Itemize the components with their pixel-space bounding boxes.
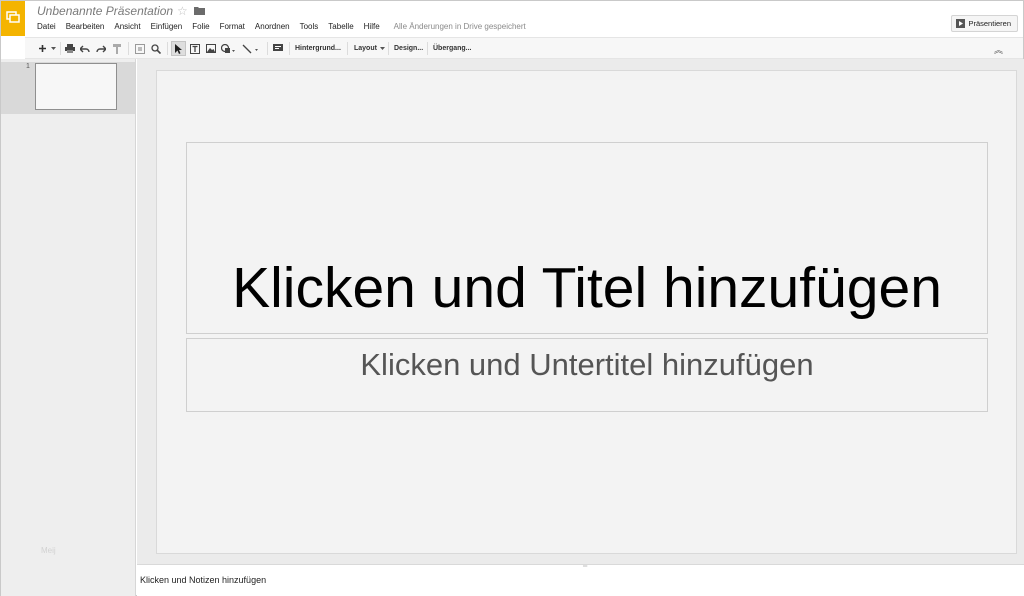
line-icon[interactable] — [240, 41, 262, 56]
transition-label: Übergang... — [433, 45, 472, 52]
image-icon[interactable] — [204, 41, 217, 56]
notes-placeholder: Klicken und Notizen hinzufügen — [140, 575, 267, 585]
slide-number: 1 — [26, 63, 30, 70]
speaker-notes[interactable]: ═ Klicken und Notizen hinzufügen — [137, 564, 1024, 596]
menu-folie[interactable]: Folie — [192, 21, 209, 33]
dropdown-arrow-icon[interactable] — [49, 41, 57, 56]
subtitle-placeholder-box[interactable]: Klicken und Untertitel hinzufügen — [186, 338, 988, 412]
print-icon[interactable] — [63, 41, 76, 56]
background-label: Hintergrund... — [295, 45, 341, 52]
slides-logo-icon — [6, 11, 20, 23]
paint-format-icon[interactable] — [110, 41, 123, 56]
layout-label: Layout — [354, 45, 377, 52]
text-box-icon[interactable] — [188, 41, 201, 56]
menubar: Datei Bearbeiten Ansicht Einfügen Folie … — [37, 21, 526, 33]
collapse-icon[interactable]: ︽ — [994, 43, 1003, 56]
slide[interactable]: Klicken und Titel hinzufügen Klicken und… — [156, 70, 1017, 554]
layout-button[interactable]: Layout — [351, 41, 385, 56]
background-button[interactable]: Hintergrund... — [292, 41, 344, 56]
toolbar: Hintergrund... Layout Design... Übergang… — [25, 37, 1023, 59]
star-icon[interactable]: ☆ — [177, 4, 188, 18]
menu-anordnen[interactable]: Anordnen — [255, 21, 290, 33]
menu-ansicht[interactable]: Ansicht — [114, 21, 140, 33]
title-placeholder: Klicken und Titel hinzufügen — [232, 256, 942, 320]
subtitle-placeholder: Klicken und Untertitel hinzufügen — [360, 347, 814, 382]
slide-filmstrip[interactable]: 1 Meij — [1, 59, 136, 596]
shape-icon[interactable] — [219, 41, 237, 56]
folder-icon[interactable] — [194, 6, 205, 15]
menu-hilfe[interactable]: Hilfe — [364, 21, 380, 33]
notes-resize-handle[interactable]: ═ — [583, 564, 587, 570]
title-placeholder-box[interactable]: Klicken und Titel hinzufügen — [186, 142, 988, 334]
transition-button[interactable]: Übergang... — [430, 41, 475, 56]
app-logo[interactable] — [1, 1, 25, 36]
new-slide-icon[interactable] — [36, 41, 49, 56]
zoom-icon[interactable] — [149, 41, 162, 56]
save-status: Alle Änderungen in Drive gespeichert — [393, 22, 526, 31]
zoom-fit-icon[interactable] — [133, 41, 146, 56]
design-label: Design... — [394, 45, 424, 52]
design-button[interactable]: Design... — [391, 41, 426, 56]
layout-dropdown-icon — [379, 47, 385, 50]
comment-icon[interactable] — [271, 41, 284, 56]
menu-tools[interactable]: Tools — [300, 21, 319, 33]
undo-icon[interactable] — [78, 41, 91, 56]
redo-icon[interactable] — [94, 41, 107, 56]
present-label: Präsentieren — [968, 19, 1011, 28]
slide-thumbnail[interactable] — [35, 63, 117, 110]
slide-canvas: Klicken und Titel hinzufügen Klicken und… — [137, 59, 1024, 564]
menu-bearbeiten[interactable]: Bearbeiten — [66, 21, 105, 33]
present-button[interactable]: Präsentieren — [951, 15, 1018, 32]
select-icon[interactable] — [171, 41, 186, 56]
menu-tabelle[interactable]: Tabelle — [328, 21, 353, 33]
filmstrip-ghost-text: Meij — [41, 546, 56, 555]
menu-format[interactable]: Format — [220, 21, 245, 33]
document-title[interactable]: Unbenannte Präsentation — [37, 4, 173, 18]
play-icon — [956, 19, 966, 28]
menu-einfuegen[interactable]: Einfügen — [151, 21, 183, 33]
menu-datei[interactable]: Datei — [37, 21, 56, 33]
